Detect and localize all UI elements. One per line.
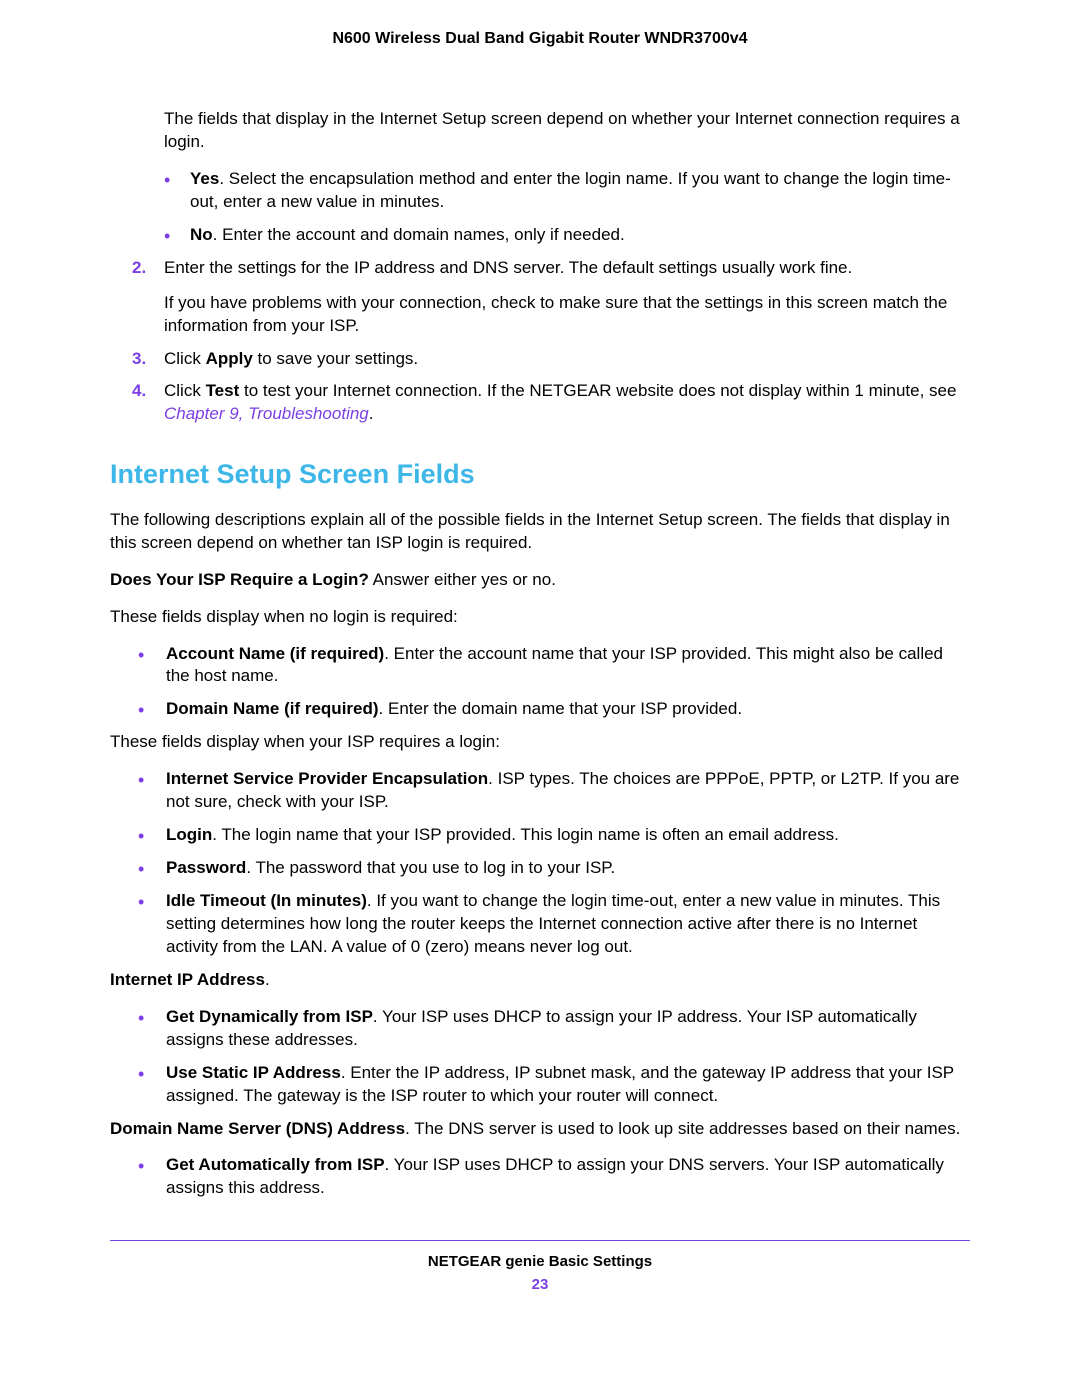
- document-page: N600 Wireless Dual Band Gigabit Router W…: [0, 0, 1080, 1323]
- list-item: Idle Timeout (In minutes). If you want t…: [138, 890, 970, 959]
- login-intro: These fields display when your ISP requi…: [110, 731, 970, 754]
- footer-divider: [110, 1240, 970, 1241]
- login-list: Internet Service Provider Encapsulation.…: [138, 768, 970, 959]
- isp-question-bold: Does Your ISP Require a Login?: [110, 570, 369, 589]
- no-text: . Enter the account and domain names, on…: [213, 225, 625, 244]
- list-item: No. Enter the account and domain names, …: [164, 224, 970, 247]
- apply-label: Apply: [206, 349, 253, 368]
- ip-address-heading: Internet IP Address.: [110, 969, 970, 992]
- step-item: 3. Click Apply to save your settings.: [132, 348, 970, 371]
- dns-heading-bold: Domain Name Server (DNS) Address: [110, 1119, 405, 1138]
- dynamic-ip-label: Get Dynamically from ISP: [166, 1007, 373, 1026]
- list-item: Internet Service Provider Encapsulation.…: [138, 768, 970, 814]
- domain-name-label: Domain Name (if required): [166, 699, 379, 718]
- isp-question-text: Answer either yes or no.: [369, 570, 556, 589]
- login-text: . The login name that your ISP provided.…: [212, 825, 839, 844]
- step-text-a: Click: [164, 349, 206, 368]
- yes-label: Yes: [190, 169, 219, 188]
- step-item: 4. Click Test to test your Internet conn…: [132, 380, 970, 426]
- page-footer: NETGEAR genie Basic Settings 23: [110, 1253, 970, 1293]
- no-label: No: [190, 225, 213, 244]
- step-number: 2.: [132, 257, 146, 280]
- dns-list: Get Automatically from ISP. Your ISP use…: [138, 1154, 970, 1200]
- no-login-list: Account Name (if required). Enter the ac…: [138, 643, 970, 722]
- domain-name-text: . Enter the domain name that your ISP pr…: [379, 699, 743, 718]
- idle-timeout-label: Idle Timeout (In minutes): [166, 891, 367, 910]
- step-text-b: to save your settings.: [253, 349, 418, 368]
- step-text: Enter the settings for the IP address an…: [164, 258, 852, 277]
- list-item: Password. The password that you use to l…: [138, 857, 970, 880]
- step-text-b: to test your Internet connection. If the…: [239, 381, 956, 400]
- page-header: N600 Wireless Dual Band Gigabit Router W…: [110, 30, 970, 48]
- static-ip-label: Use Static IP Address: [166, 1063, 341, 1082]
- list-item: Get Automatically from ISP. Your ISP use…: [138, 1154, 970, 1200]
- ip-address-bold: Internet IP Address: [110, 970, 265, 989]
- list-item: Get Dynamically from ISP. Your ISP uses …: [138, 1006, 970, 1052]
- dns-heading: Domain Name Server (DNS) Address. The DN…: [110, 1118, 970, 1141]
- isp-question: Does Your ISP Require a Login? Answer ei…: [110, 569, 970, 592]
- section-intro: The following descriptions explain all o…: [110, 509, 970, 555]
- intro-paragraph: The fields that display in the Internet …: [164, 108, 970, 154]
- step-sub-text: If you have problems with your connectio…: [164, 292, 970, 338]
- account-name-label: Account Name (if required): [166, 644, 384, 663]
- numbered-steps: 2. Enter the settings for the IP address…: [132, 257, 970, 427]
- step-text-c: .: [369, 404, 374, 423]
- yes-text: . Select the encapsulation method and en…: [190, 169, 951, 211]
- body-content: The fields that display in the Internet …: [110, 108, 970, 1200]
- login-option-list: Yes. Select the encapsulation method and…: [164, 168, 970, 247]
- list-item: Account Name (if required). Enter the ac…: [138, 643, 970, 689]
- section-heading: Internet Setup Screen Fields: [110, 456, 970, 492]
- dns-auto-label: Get Automatically from ISP: [166, 1155, 385, 1174]
- password-label: Password: [166, 858, 246, 877]
- password-text: . The password that you use to log in to…: [246, 858, 615, 877]
- ip-address-list: Get Dynamically from ISP. Your ISP uses …: [138, 1006, 970, 1108]
- list-item: Use Static IP Address. Enter the IP addr…: [138, 1062, 970, 1108]
- page-number: 23: [110, 1276, 970, 1293]
- list-item: Login. The login name that your ISP prov…: [138, 824, 970, 847]
- step-text-a: Click: [164, 381, 206, 400]
- no-login-intro: These fields display when no login is re…: [110, 606, 970, 629]
- ip-address-dot: .: [265, 970, 270, 989]
- step-number: 3.: [132, 348, 146, 371]
- test-label: Test: [206, 381, 240, 400]
- list-item: Domain Name (if required). Enter the dom…: [138, 698, 970, 721]
- encapsulation-label: Internet Service Provider Encapsulation: [166, 769, 488, 788]
- login-label: Login: [166, 825, 212, 844]
- step-number: 4.: [132, 380, 146, 403]
- list-item: Yes. Select the encapsulation method and…: [164, 168, 970, 214]
- step-item: 2. Enter the settings for the IP address…: [132, 257, 970, 338]
- dns-heading-text: . The DNS server is used to look up site…: [405, 1119, 960, 1138]
- troubleshooting-link[interactable]: Chapter 9, Troubleshooting: [164, 404, 369, 423]
- footer-title: NETGEAR genie Basic Settings: [110, 1253, 970, 1270]
